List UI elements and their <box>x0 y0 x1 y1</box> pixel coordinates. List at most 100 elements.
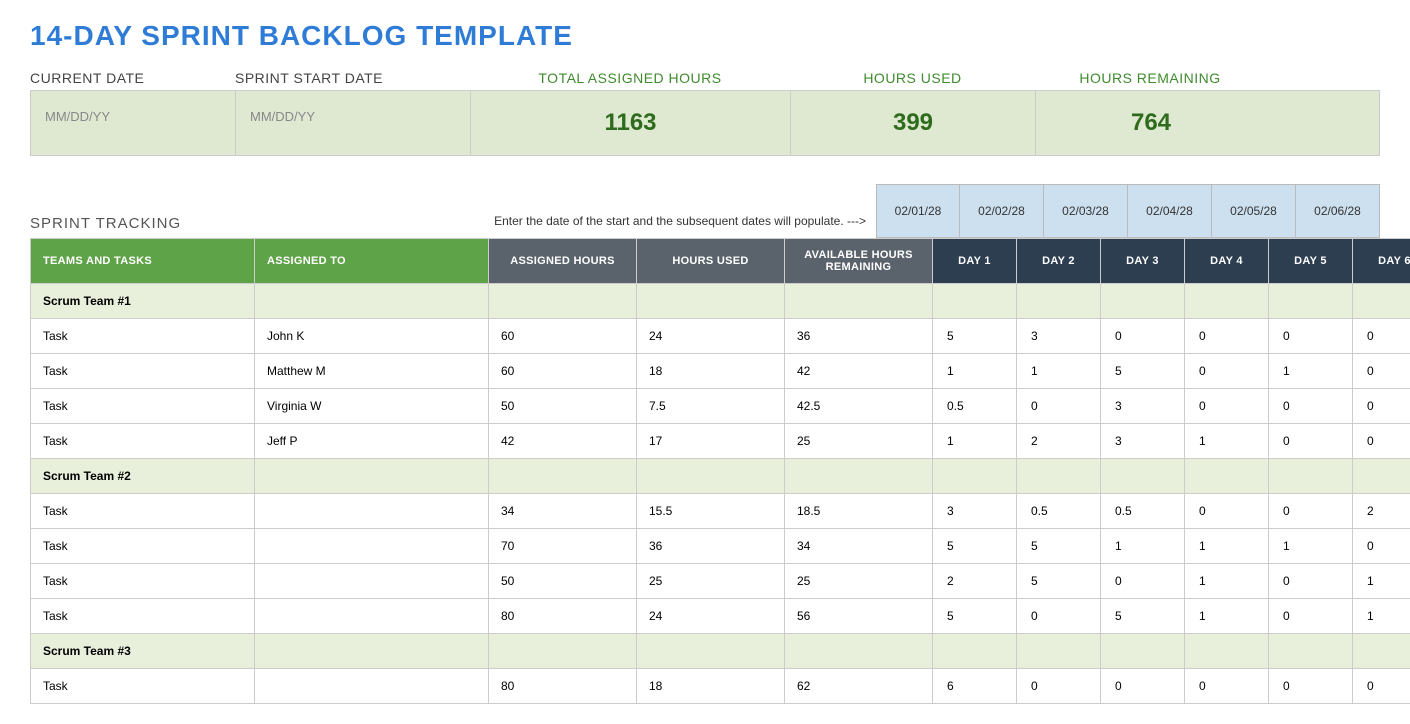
assigned-to-cell[interactable] <box>255 494 489 529</box>
day-cell[interactable]: 6 <box>933 669 1017 704</box>
empty-cell[interactable] <box>489 459 637 494</box>
day-cell[interactable]: 1 <box>1185 564 1269 599</box>
assigned-to-cell[interactable] <box>255 669 489 704</box>
day-cell[interactable]: 0 <box>1353 319 1410 354</box>
assigned-to-cell[interactable]: John K <box>255 319 489 354</box>
hours-remaining-cell[interactable]: 34 <box>785 529 933 564</box>
date-header-cell[interactable]: 02/06/28 <box>1296 184 1380 238</box>
task-name-cell[interactable]: Task <box>31 424 255 459</box>
empty-cell[interactable] <box>1017 284 1101 319</box>
empty-cell[interactable] <box>1185 284 1269 319</box>
day-cell[interactable]: 0 <box>1269 494 1353 529</box>
day-cell[interactable]: 1 <box>933 354 1017 389</box>
day-cell[interactable]: 0 <box>1269 669 1353 704</box>
empty-cell[interactable] <box>1017 634 1101 669</box>
day-cell[interactable]: 0 <box>1353 669 1410 704</box>
task-name-cell[interactable]: Task <box>31 599 255 634</box>
day-cell[interactable]: 0 <box>1101 669 1185 704</box>
team-name-cell[interactable]: Scrum Team #3 <box>31 634 255 669</box>
empty-cell[interactable] <box>1353 459 1410 494</box>
day-cell[interactable]: 5 <box>1101 354 1185 389</box>
empty-cell[interactable] <box>1353 284 1410 319</box>
empty-cell[interactable] <box>255 459 489 494</box>
date-header-cell[interactable]: 02/05/28 <box>1212 184 1296 238</box>
day-cell[interactable]: 2 <box>1017 424 1101 459</box>
empty-cell[interactable] <box>785 284 933 319</box>
day-cell[interactable]: 0 <box>1185 494 1269 529</box>
day-cell[interactable]: 3 <box>1101 389 1185 424</box>
assigned-hours-cell[interactable]: 60 <box>489 354 637 389</box>
empty-cell[interactable] <box>1353 634 1410 669</box>
day-cell[interactable]: 0 <box>1353 389 1410 424</box>
hours-used-cell[interactable]: 24 <box>637 599 785 634</box>
day-cell[interactable]: 0 <box>1101 319 1185 354</box>
empty-cell[interactable] <box>1269 284 1353 319</box>
empty-cell[interactable] <box>1269 634 1353 669</box>
task-name-cell[interactable]: Task <box>31 494 255 529</box>
hours-used-cell[interactable]: 15.5 <box>637 494 785 529</box>
hours-used-cell[interactable]: 18 <box>637 354 785 389</box>
empty-cell[interactable] <box>1101 284 1185 319</box>
date-header-cell[interactable]: 02/02/28 <box>960 184 1044 238</box>
empty-cell[interactable] <box>1101 459 1185 494</box>
task-name-cell[interactable]: Task <box>31 564 255 599</box>
assigned-to-cell[interactable]: Matthew M <box>255 354 489 389</box>
task-name-cell[interactable]: Task <box>31 529 255 564</box>
assigned-hours-cell[interactable]: 60 <box>489 319 637 354</box>
empty-cell[interactable] <box>637 284 785 319</box>
day-cell[interactable]: 1 <box>1101 529 1185 564</box>
assigned-hours-cell[interactable]: 42 <box>489 424 637 459</box>
day-cell[interactable]: 0 <box>1353 529 1410 564</box>
day-cell[interactable]: 3 <box>933 494 1017 529</box>
assigned-hours-cell[interactable]: 50 <box>489 564 637 599</box>
day-cell[interactable]: 3 <box>1101 424 1185 459</box>
day-cell[interactable]: 0 <box>1269 599 1353 634</box>
assigned-hours-cell[interactable]: 80 <box>489 669 637 704</box>
task-name-cell[interactable]: Task <box>31 354 255 389</box>
hours-remaining-cell[interactable]: 42.5 <box>785 389 933 424</box>
assigned-to-cell[interactable] <box>255 529 489 564</box>
day-cell[interactable]: 0 <box>1185 319 1269 354</box>
day-cell[interactable]: 0.5 <box>1101 494 1185 529</box>
start-date-cell[interactable]: MM/DD/YY <box>236 91 471 155</box>
day-cell[interactable]: 1 <box>1185 424 1269 459</box>
assigned-hours-cell[interactable]: 70 <box>489 529 637 564</box>
date-header-cell[interactable]: 02/04/28 <box>1128 184 1212 238</box>
day-cell[interactable]: 1 <box>1353 564 1410 599</box>
empty-cell[interactable] <box>489 634 637 669</box>
hours-used-cell[interactable]: 36 <box>637 529 785 564</box>
day-cell[interactable]: 5 <box>1017 564 1101 599</box>
day-cell[interactable]: 0 <box>1017 389 1101 424</box>
hours-used-cell[interactable]: 17 <box>637 424 785 459</box>
team-name-cell[interactable]: Scrum Team #1 <box>31 284 255 319</box>
hours-remaining-cell[interactable]: 18.5 <box>785 494 933 529</box>
day-cell[interactable]: 1 <box>1017 354 1101 389</box>
day-cell[interactable]: 0 <box>1101 564 1185 599</box>
day-cell[interactable]: 5 <box>1101 599 1185 634</box>
day-cell[interactable]: 0 <box>1353 354 1410 389</box>
empty-cell[interactable] <box>933 634 1017 669</box>
day-cell[interactable]: 0 <box>1269 319 1353 354</box>
day-cell[interactable]: 0 <box>1269 564 1353 599</box>
day-cell[interactable]: 0 <box>1353 424 1410 459</box>
day-cell[interactable]: 0 <box>1017 599 1101 634</box>
empty-cell[interactable] <box>637 459 785 494</box>
hours-remaining-cell[interactable]: 56 <box>785 599 933 634</box>
assigned-hours-cell[interactable]: 80 <box>489 599 637 634</box>
empty-cell[interactable] <box>1269 459 1353 494</box>
day-cell[interactable]: 5 <box>1017 529 1101 564</box>
day-cell[interactable]: 5 <box>933 599 1017 634</box>
assigned-to-cell[interactable] <box>255 564 489 599</box>
assigned-hours-cell[interactable]: 34 <box>489 494 637 529</box>
day-cell[interactable]: 0.5 <box>933 389 1017 424</box>
day-cell[interactable]: 0 <box>1269 424 1353 459</box>
day-cell[interactable]: 0 <box>1185 354 1269 389</box>
hours-remaining-cell[interactable]: 25 <box>785 424 933 459</box>
day-cell[interactable]: 0 <box>1269 389 1353 424</box>
day-cell[interactable]: 1 <box>1353 599 1410 634</box>
assigned-hours-cell[interactable]: 50 <box>489 389 637 424</box>
day-cell[interactable]: 0.5 <box>1017 494 1101 529</box>
task-name-cell[interactable]: Task <box>31 319 255 354</box>
day-cell[interactable]: 5 <box>933 319 1017 354</box>
day-cell[interactable]: 0 <box>1185 669 1269 704</box>
